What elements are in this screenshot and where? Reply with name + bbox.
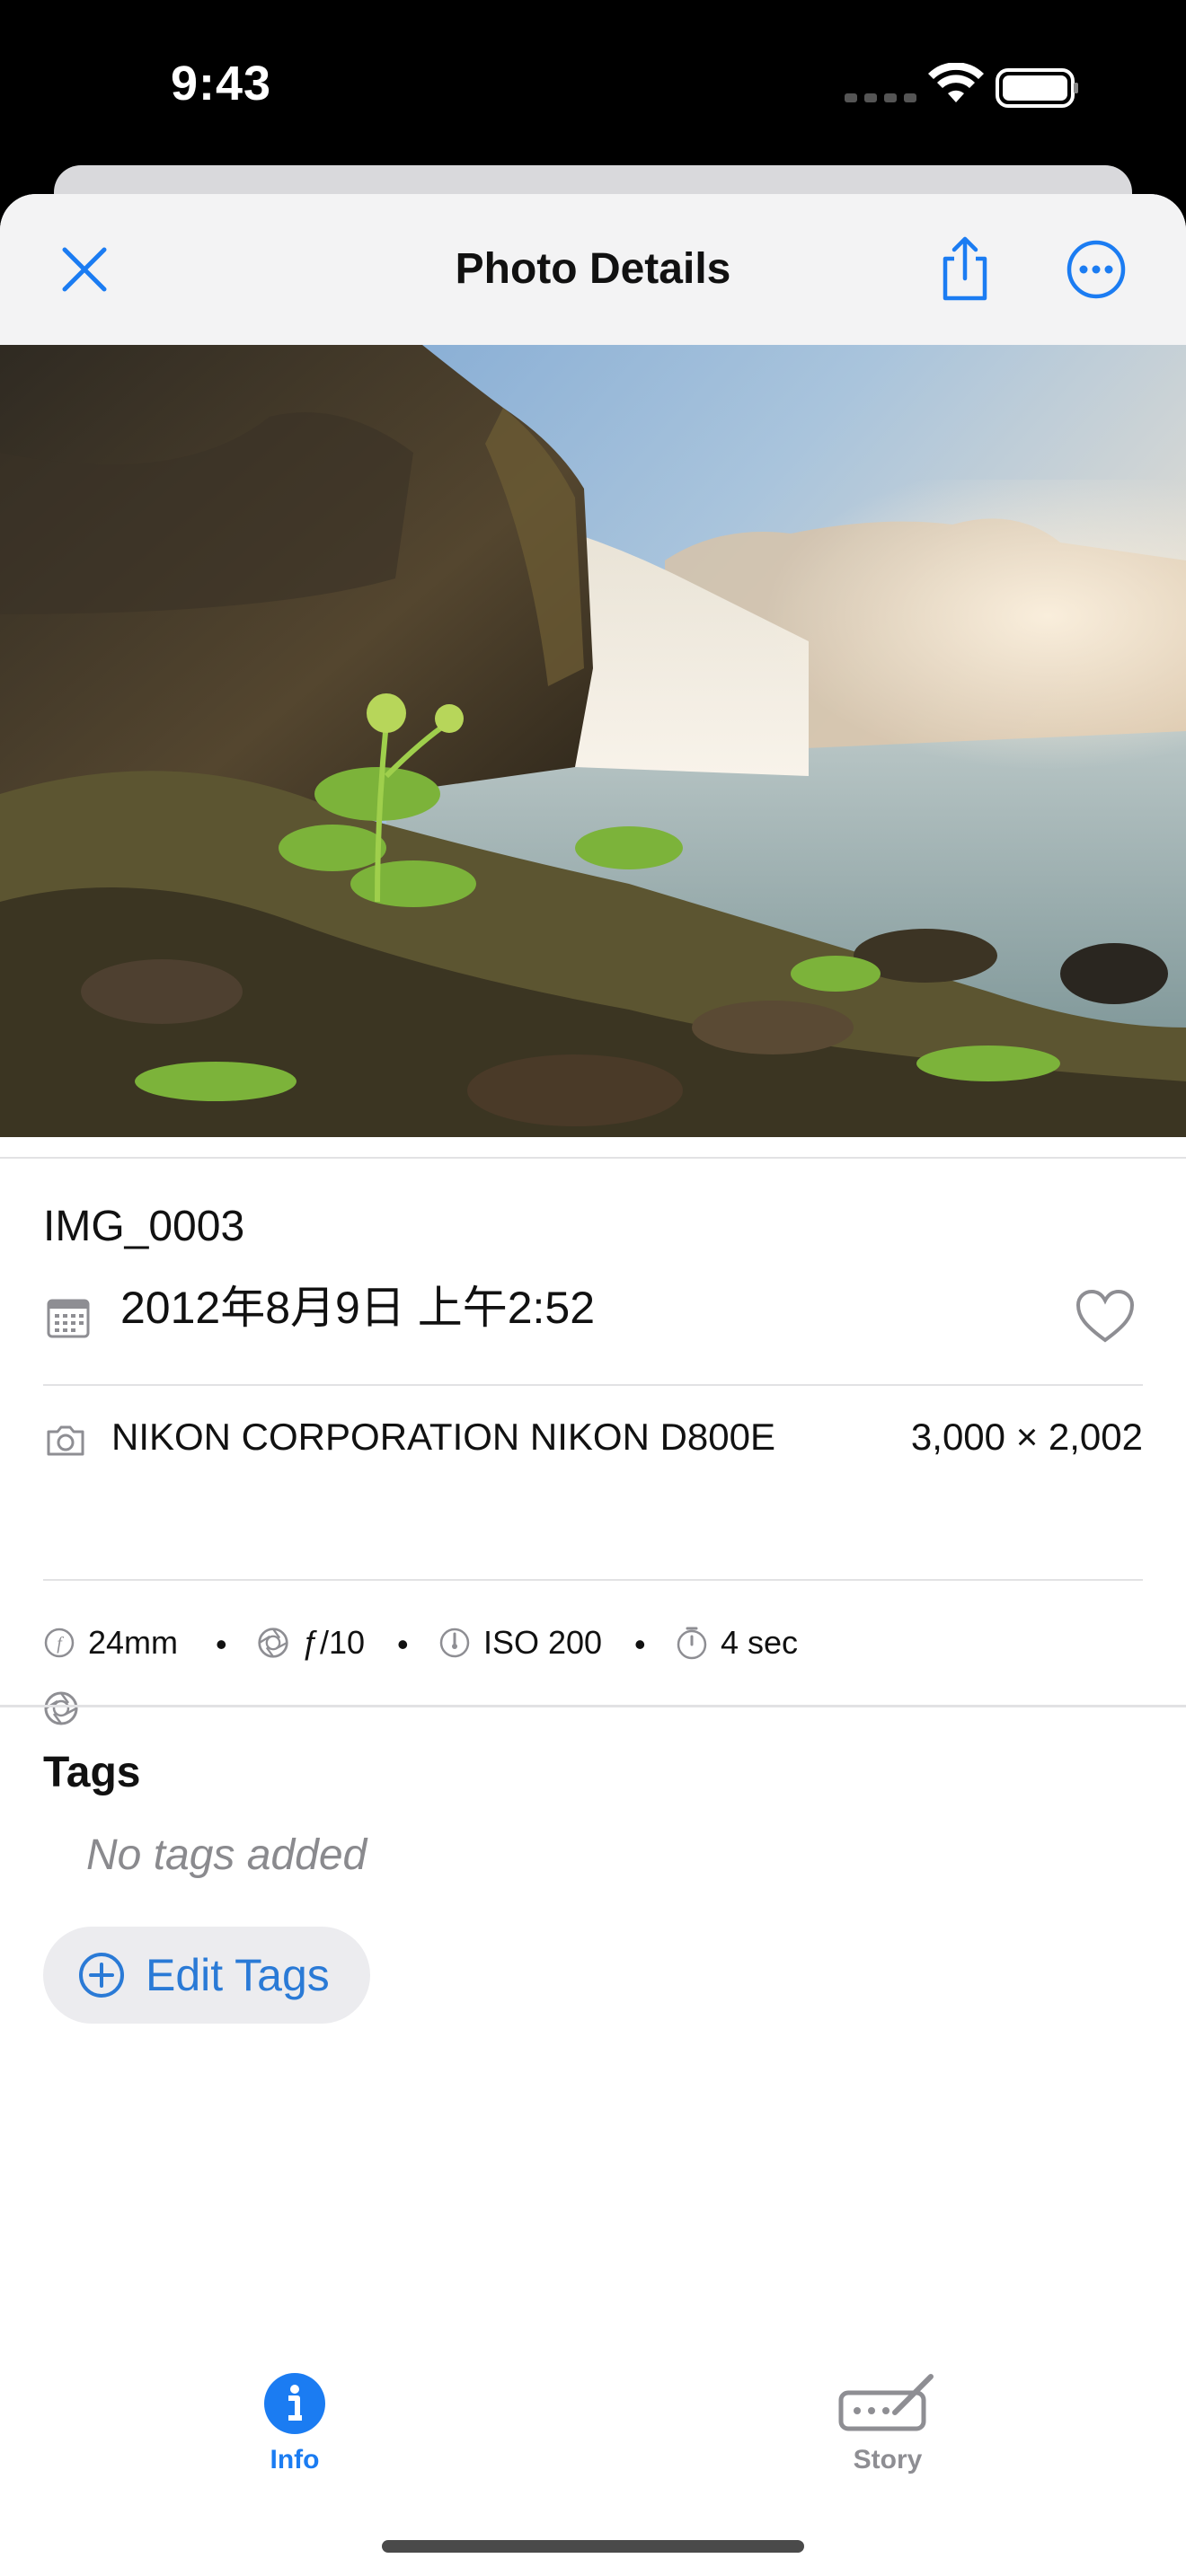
- timer-icon: [677, 1627, 707, 1660]
- status-bar: 9:43: [0, 0, 1186, 180]
- separator-dot: •: [397, 1626, 409, 1663]
- iso-gauge-icon: [439, 1628, 470, 1658]
- aperture: ƒ/10: [257, 1624, 365, 1662]
- favorite-button[interactable]: [1075, 1288, 1136, 1348]
- navigation-bar: Photo Details: [0, 194, 1186, 345]
- tab-info[interactable]: Info: [160, 2350, 429, 2529]
- status-icons: [845, 62, 1078, 113]
- aperture-icon: [258, 1628, 288, 1658]
- photo-date: 2012年8月9日 上午2:52: [120, 1283, 596, 1333]
- share-icon: [943, 236, 987, 301]
- iso-value: ISO 200: [483, 1624, 603, 1661]
- heart-icon: [1075, 1289, 1135, 1343]
- divider: [43, 1579, 1143, 1581]
- shutter-value: 4 sec: [721, 1624, 799, 1661]
- focal-length-value: 24mm: [88, 1624, 179, 1661]
- info-circle-icon: [264, 2373, 325, 2434]
- photo-filename: IMG_0003: [43, 1203, 245, 1250]
- separator-dot: •: [634, 1626, 646, 1663]
- tab-story-label: Story: [853, 2445, 923, 2475]
- tags-heading: Tags: [43, 1749, 141, 1796]
- share-button[interactable]: [927, 232, 1003, 307]
- tags-empty-text: No tags added: [86, 1831, 367, 1879]
- cellular-signal-icon: [845, 93, 916, 102]
- photo-image[interactable]: [0, 345, 1186, 1137]
- svg-text:f: f: [57, 1634, 64, 1654]
- ellipsis-circle-icon: [1067, 240, 1126, 299]
- separator-dot: •: [216, 1626, 227, 1663]
- focal-length-icon: f: [44, 1628, 75, 1658]
- battery-icon: [996, 68, 1078, 108]
- aperture-value: ƒ/10: [302, 1624, 366, 1661]
- signature-keyboard-icon: [838, 2374, 934, 2431]
- more-button[interactable]: [1058, 232, 1134, 307]
- aperture-icon: [43, 1690, 79, 1731]
- tab-info-label: Info: [270, 2445, 320, 2475]
- edit-tags-label: Edit Tags: [146, 1950, 330, 2000]
- tab-story[interactable]: Story: [753, 2350, 1022, 2529]
- status-time: 9:43: [171, 57, 272, 110]
- focal-length: f 24mm: [43, 1624, 178, 1662]
- camera-model: NIKON CORPORATION NIKON D800E: [111, 1416, 776, 1458]
- home-indicator[interactable]: [382, 2540, 804, 2553]
- iso: ISO 200: [438, 1624, 602, 1662]
- photo-dimensions: 3,000 × 2,002: [910, 1416, 1143, 1458]
- divider: [0, 1157, 1186, 1159]
- page-title: Photo Details: [455, 245, 731, 293]
- calendar-icon: [47, 1297, 90, 1343]
- section-divider: [0, 1705, 1186, 1707]
- wifi-icon: [928, 62, 984, 102]
- camera-icon: [45, 1425, 86, 1461]
- edit-tags-button[interactable]: Edit Tags: [43, 1927, 370, 2024]
- shutter-speed: 4 sec: [676, 1624, 798, 1662]
- divider: [43, 1384, 1143, 1386]
- plus-circle-icon: [79, 1953, 124, 1998]
- photo-details-sheet: Photo Details IMG_0003 2012年8月9日 上午2:52 …: [0, 194, 1186, 2576]
